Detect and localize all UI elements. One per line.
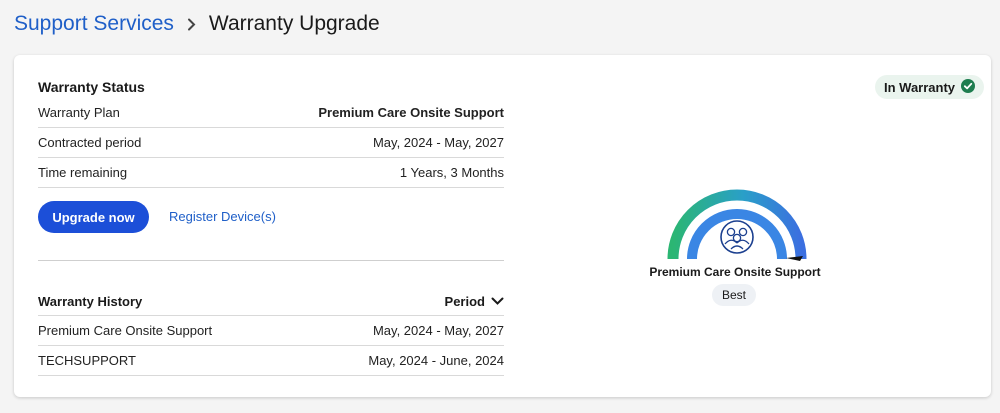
breadcrumb: Support Services Warranty Upgrade [14,10,380,38]
coverage-tier-badge: Best [712,284,756,306]
time-remaining-label: Time remaining [38,165,128,180]
register-devices-link[interactable]: Register Device(s) [169,209,276,224]
warranty-status-title: Warranty Status [38,79,145,95]
history-period: May, 2024 - June, 2024 [368,353,504,368]
section-divider [38,260,504,261]
warranty-plan-row: Warranty Plan Premium Care Onsite Suppor… [38,98,504,128]
contracted-period-label: Contracted period [38,135,142,150]
chevron-right-icon [187,18,196,31]
warranty-status-badge-label: In Warranty [884,79,956,95]
support-people-icon [720,220,754,254]
warranty-history-header: Warranty History Period [38,288,504,316]
history-row: TECHSUPPORT May, 2024 - June, 2024 [38,346,504,376]
warranty-plan-label: Warranty Plan [38,105,120,120]
check-circle-icon [961,78,976,96]
history-plan: TECHSUPPORT [38,353,136,368]
time-remaining-value: 1 Years, 3 Months [399,165,504,180]
page-title: Warranty Upgrade [208,12,380,35]
coverage-plan-name: Premium Care Onsite Support [649,265,821,279]
history-plan: Premium Care Onsite Support [38,323,213,338]
period-sort-label: Period [444,294,485,309]
breadcrumb-support-services-link[interactable]: Support Services [14,12,174,36]
chevron-down-icon [491,294,504,309]
period-sort-toggle[interactable]: Period [445,294,504,309]
coverage-gauge [664,185,810,267]
warranty-card: Warranty Status Warranty Plan Premium Ca… [14,55,991,397]
history-period: May, 2024 - May, 2027 [372,323,504,338]
warranty-history-title: Warranty History [38,294,143,309]
contracted-period-value: May, 2024 - May, 2027 [372,135,504,150]
warranty-plan-value: Premium Care Onsite Support [318,105,504,120]
contracted-period-row: Contracted period May, 2024 - May, 2027 [38,128,504,158]
history-row: Premium Care Onsite Support May, 2024 - … [38,316,504,346]
upgrade-now-button[interactable]: Upgrade now [38,201,149,233]
warranty-status-badge: In Warranty [875,75,985,99]
time-remaining-row: Time remaining 1 Years, 3 Months [38,158,504,188]
